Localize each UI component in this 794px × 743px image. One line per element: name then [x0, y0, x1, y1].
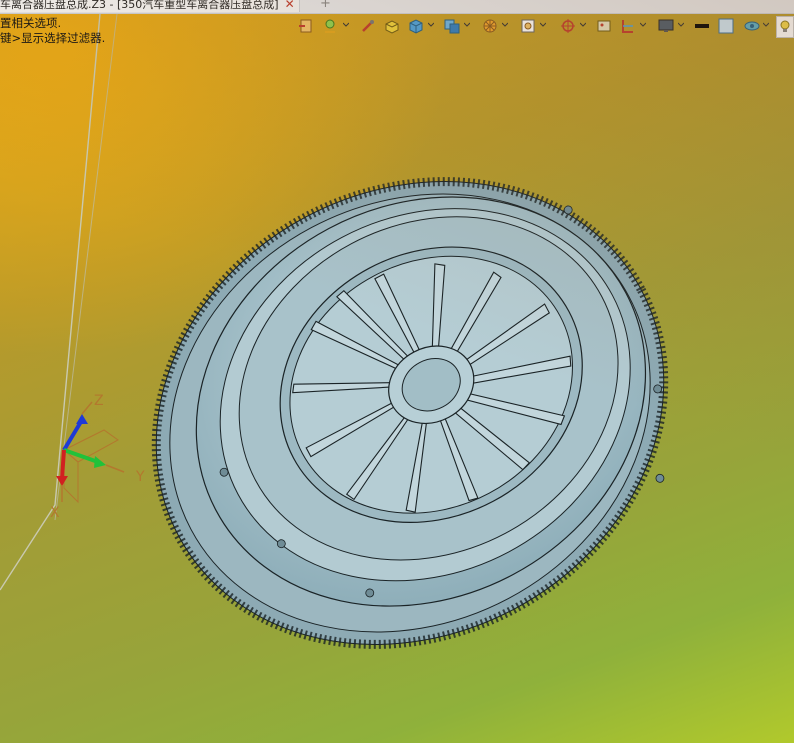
- view-toolbar: [296, 14, 794, 38]
- tab-document[interactable]: 车离合器压盘总成.Z3 - [350汽车重型车离合器压盘总成] ✕: [0, 0, 300, 12]
- layer-palette-icon[interactable]: [320, 16, 340, 36]
- axis-label-z: Z: [94, 393, 104, 409]
- prompt-hint-area: 置相关选项. 键>显示选择过滤器.: [0, 16, 105, 46]
- chevron-down-icon[interactable]: [502, 22, 508, 28]
- chevron-down-icon[interactable]: [540, 22, 546, 28]
- target-icon[interactable]: [558, 16, 578, 36]
- monitor-icon[interactable]: [656, 16, 676, 36]
- axis-label-x: X: [50, 505, 60, 521]
- chevron-down-icon[interactable]: [343, 22, 349, 28]
- cube-icon[interactable]: [406, 16, 426, 36]
- section-icon[interactable]: [618, 16, 638, 36]
- lamp-icon[interactable]: [776, 16, 794, 38]
- blue-square-icon[interactable]: [716, 16, 736, 36]
- image-icon[interactable]: [594, 16, 614, 36]
- wheel-icon[interactable]: [480, 16, 500, 36]
- chevron-down-icon[interactable]: [640, 22, 646, 28]
- 3d-viewport[interactable]: Z Y X 置相关选项. 键>显示选择过滤器. 车离合器压盘总成.Z3 - [3…: [0, 0, 794, 743]
- chevron-down-icon[interactable]: [763, 22, 769, 28]
- view-frame-icon[interactable]: [518, 16, 538, 36]
- chevron-down-icon[interactable]: [428, 22, 434, 28]
- brush-icon[interactable]: [358, 16, 378, 36]
- black-rect-icon[interactable]: [692, 16, 712, 36]
- coordinate-axis-triad: Z Y X: [40, 390, 160, 530]
- close-icon[interactable]: ✕: [285, 0, 295, 11]
- chevron-down-icon[interactable]: [678, 22, 684, 28]
- solid-yellow-icon[interactable]: [382, 16, 402, 36]
- document-tab-bar: 车离合器压盘总成.Z3 - [350汽车重型车离合器压盘总成] ✕ +: [0, 0, 794, 14]
- document-tab-title: 车离合器压盘总成.Z3 - [350汽车重型车离合器压盘总成]: [0, 0, 279, 11]
- multi-cube-icon[interactable]: [442, 16, 462, 36]
- axis-label-y: Y: [136, 469, 145, 485]
- clutch-pressure-plate-model[interactable]: [140, 168, 680, 658]
- hint-line-1: 置相关选项.: [0, 16, 62, 30]
- open-file-icon[interactable]: [296, 16, 316, 36]
- hint-line-2: 键>显示选择过滤器.: [0, 31, 106, 45]
- chevron-down-icon[interactable]: [580, 22, 586, 28]
- eye-icon[interactable]: [742, 16, 762, 36]
- chevron-down-icon[interactable]: [464, 22, 470, 28]
- new-tab-button[interactable]: +: [320, 0, 331, 12]
